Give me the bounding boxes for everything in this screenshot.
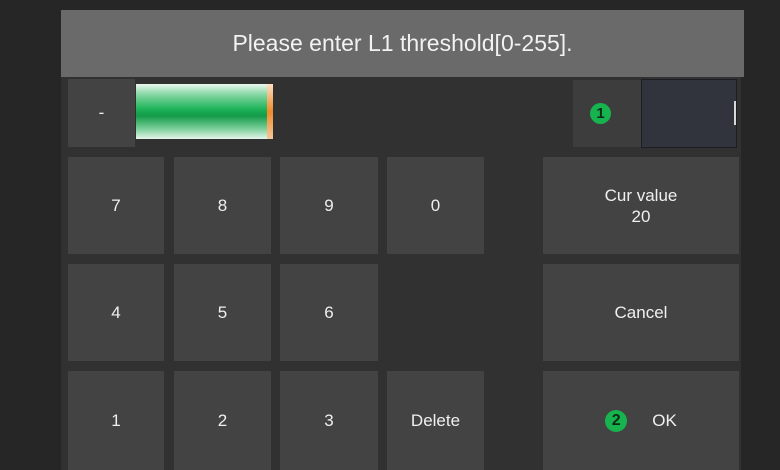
cancel-button[interactable]: Cancel [543, 264, 739, 361]
ok-label: OK [652, 410, 677, 430]
prompt-title: Please enter L1 threshold[0-255]. [61, 10, 744, 77]
key-5-button[interactable]: 5 [174, 264, 271, 361]
key-7-button[interactable]: 7 [68, 157, 164, 254]
step-1-badge-icon: 1 [590, 103, 611, 124]
key-8-button[interactable]: 8 [174, 157, 271, 254]
key-3-button[interactable]: 3 [280, 371, 378, 470]
key-9-button[interactable]: 9 [280, 157, 378, 254]
key-2-button[interactable]: 2 [174, 371, 271, 470]
delete-button[interactable]: Delete [387, 371, 484, 470]
current-value-display: Cur value 20 [543, 157, 739, 254]
text-caret [734, 101, 736, 125]
key-1-button[interactable]: 1 [68, 371, 164, 470]
ok-button[interactable]: 2 OK [543, 371, 739, 470]
input-cursor [267, 84, 273, 139]
minus-button[interactable]: - [68, 79, 135, 147]
step-2-badge-icon: 2 [605, 409, 628, 432]
key-0-button[interactable]: 0 [387, 157, 484, 254]
key-6-button[interactable]: 6 [280, 264, 378, 361]
value-display-field[interactable] [641, 79, 737, 148]
current-value-label: Cur value [604, 185, 678, 205]
value-input-bar[interactable] [136, 84, 267, 139]
current-value: 20 [631, 206, 651, 226]
key-4-button[interactable]: 4 [68, 264, 164, 361]
